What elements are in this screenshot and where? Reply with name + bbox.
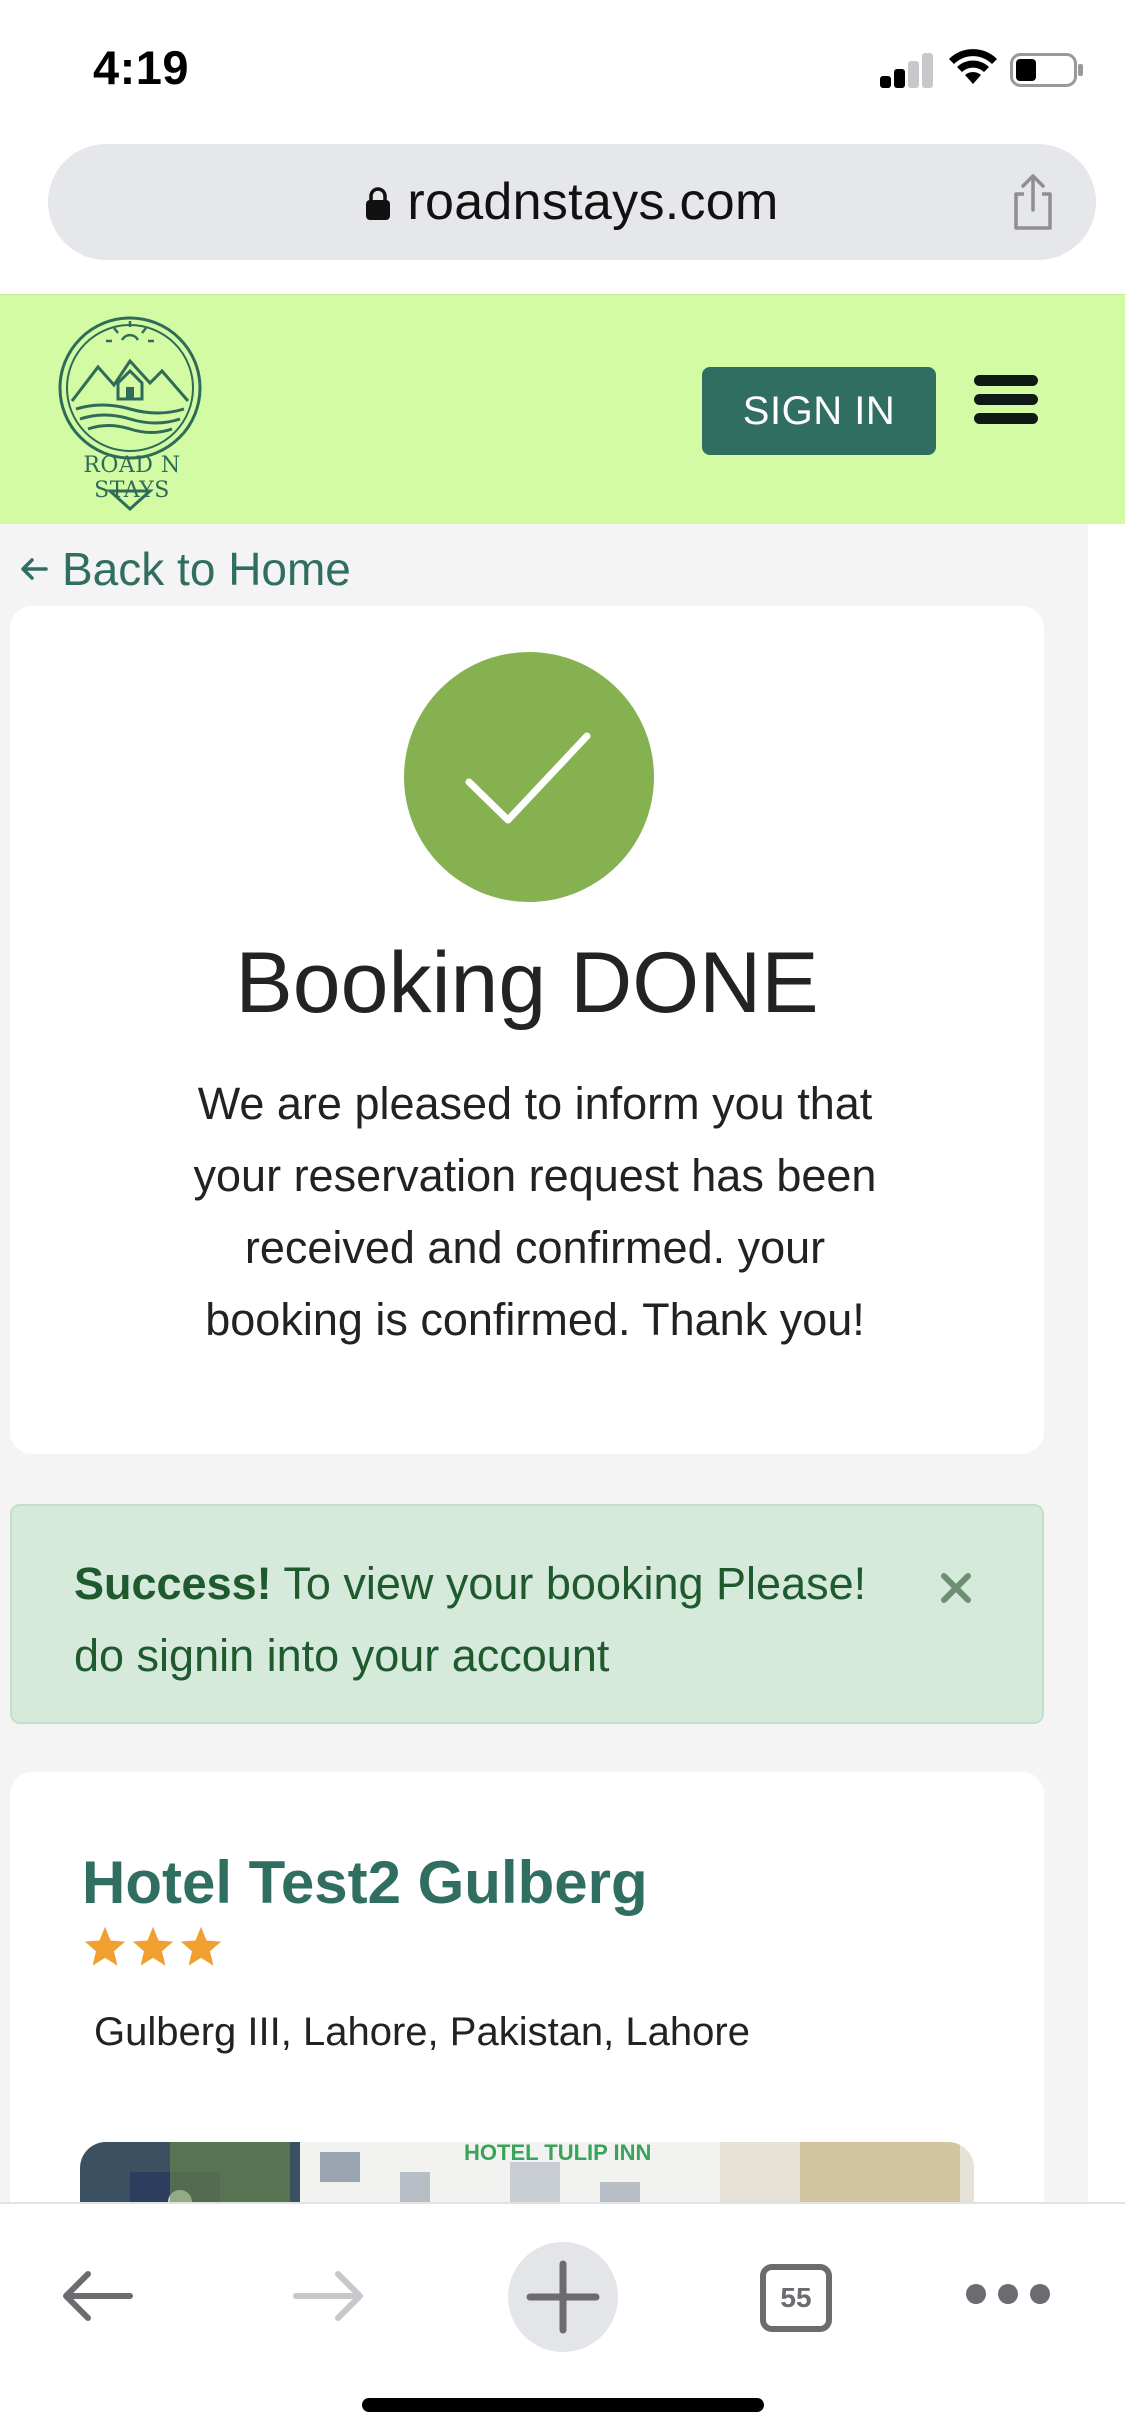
alert-message: Success! To view your booking Please! do… xyxy=(74,1548,894,1692)
home-indicator xyxy=(362,2398,764,2412)
browser-toolbar: 55 xyxy=(0,2202,1125,2436)
close-icon[interactable] xyxy=(936,1568,976,1608)
star-rating xyxy=(82,1924,226,1970)
site-header: ROAD N STAYS SIGN IN xyxy=(0,294,1125,524)
confirmation-message: We are pleased to inform you that your r… xyxy=(193,1078,877,1345)
new-tab-plus-icon xyxy=(526,2260,600,2334)
booking-confirmation-card: Booking DONE We are pleased to inform yo… xyxy=(10,606,1044,1454)
logo-text: ROAD N STAYS xyxy=(83,453,181,503)
confirmation-title: Booking DONE xyxy=(235,935,819,1031)
url-text: roadnstays.com xyxy=(407,173,779,231)
status-time: 4:19 xyxy=(93,41,190,94)
screen: 4:19 roadnstays.com ROAD N STAYS SIGN IN… xyxy=(0,0,1125,2436)
address-bar[interactable]: roadnstays.com xyxy=(48,144,1096,260)
page-gutter xyxy=(1088,524,1125,2204)
checkmark-icon xyxy=(465,732,591,824)
hotel-name[interactable]: Hotel Test2 Gulberg xyxy=(82,1848,648,1917)
success-alert: Success! To view your booking Please! do… xyxy=(10,1504,1044,1724)
sign-in-button[interactable]: SIGN IN xyxy=(702,367,936,455)
status-bar: 4:19 xyxy=(0,0,1125,140)
hamburger-menu-icon[interactable] xyxy=(974,375,1038,425)
hotel-sign-text: HOTEL TULIP INN xyxy=(464,2142,651,2165)
forward-arrow-icon[interactable] xyxy=(288,2264,368,2328)
star-icon xyxy=(84,1926,126,1966)
star-icon xyxy=(180,1926,222,1966)
wifi-icon xyxy=(949,49,997,84)
back-arrow-icon[interactable] xyxy=(58,2264,138,2328)
cellular-signal-icon xyxy=(880,52,934,88)
back-to-home-link[interactable]: Back to Home xyxy=(18,542,351,596)
more-icon[interactable] xyxy=(966,2282,1050,2308)
arrow-left-icon xyxy=(21,558,48,580)
battery-icon xyxy=(1010,53,1083,87)
lock-icon xyxy=(366,187,391,220)
star-icon xyxy=(132,1926,174,1966)
hotel-address: Gulberg III, Lahore, Pakistan, Lahore xyxy=(94,2010,750,2054)
success-check-badge xyxy=(404,652,654,902)
alert-strong-label: Success! xyxy=(74,1558,272,1609)
back-to-home-label: Back to Home xyxy=(62,543,351,595)
share-icon[interactable] xyxy=(1008,172,1058,232)
new-tab-button[interactable] xyxy=(508,2232,618,2360)
tabs-icon[interactable]: 55 xyxy=(760,2264,832,2332)
